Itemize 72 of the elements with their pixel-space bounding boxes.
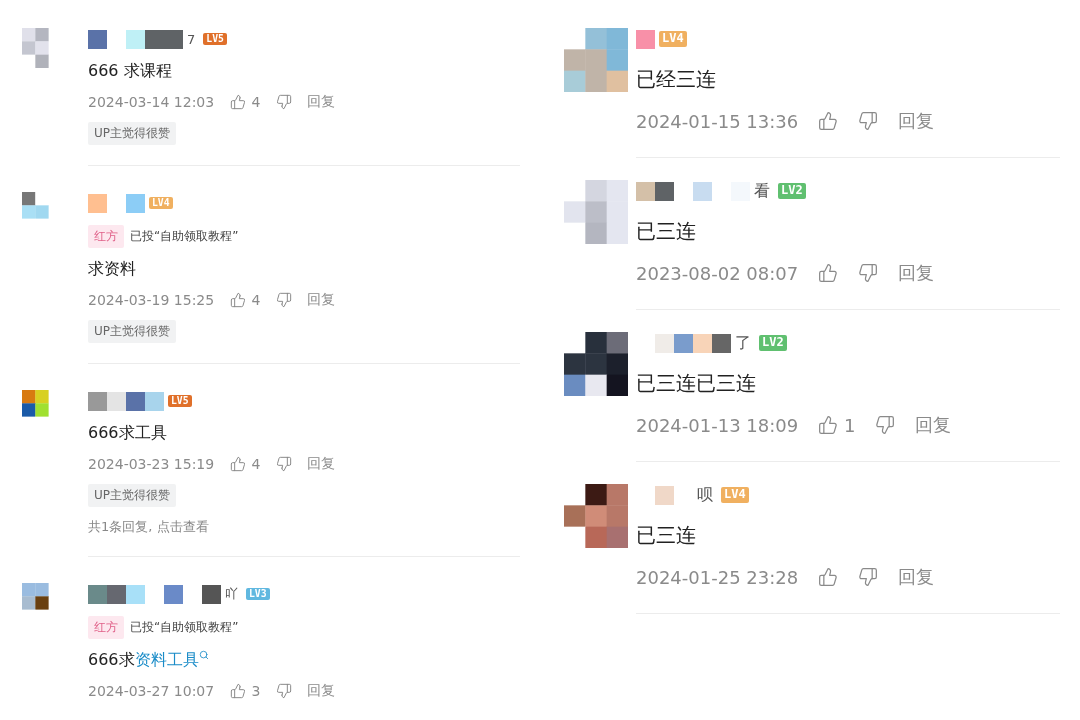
like-icon[interactable]: [818, 567, 838, 587]
search-icon: [198, 650, 209, 660]
comment-text: 666求工具: [88, 423, 167, 444]
blurred-username: [636, 29, 655, 49]
username-fragment: 看: [754, 180, 770, 202]
comment-date: 2024-03-23 15:19: [88, 456, 215, 472]
dislike-icon[interactable]: [857, 111, 878, 131]
like-count: 4: [251, 292, 261, 308]
comment-text: 666求资料工具: [88, 650, 199, 671]
like-icon[interactable]: [818, 415, 838, 435]
comment-text: 已经三连: [636, 66, 716, 93]
up-liked-tag: UP主觉得很赞: [88, 484, 177, 507]
blurred-username: [88, 193, 145, 213]
like-icon[interactable]: [229, 292, 246, 308]
comment-date: 2023-08-02 08:07: [636, 262, 799, 284]
like-count: 3: [251, 683, 261, 699]
level-badge: LV4: [149, 196, 173, 210]
like-icon[interactable]: [229, 683, 246, 699]
dislike-icon[interactable]: [275, 292, 292, 308]
up-liked-tag: UP主觉得很赞: [88, 122, 177, 145]
level-badge: LV2: [759, 335, 787, 351]
vote-side-tag: 红方: [88, 225, 124, 248]
level-badge: LV3: [246, 587, 270, 601]
comment-date: 2024-03-19 15:25: [88, 292, 215, 308]
username-fragment: 了: [735, 332, 751, 354]
level-badge: LV5: [168, 394, 192, 408]
reply-link[interactable]: 回复: [307, 455, 336, 473]
dislike-icon[interactable]: [875, 415, 896, 435]
reply-link[interactable]: 回复: [897, 565, 934, 589]
comment-date: 2024-03-27 10:07: [88, 683, 215, 699]
like-icon[interactable]: [229, 94, 246, 110]
dislike-icon[interactable]: [275, 683, 292, 699]
avatar[interactable]: [564, 484, 628, 548]
comment-date: 2024-01-25 23:28: [636, 566, 799, 588]
vote-text: 已投“自助领取教程”: [130, 228, 239, 245]
dislike-icon[interactable]: [857, 263, 878, 283]
username-fragment: 7: [187, 31, 196, 47]
vote-side-tag: 红方: [88, 616, 124, 639]
dislike-icon[interactable]: [857, 567, 878, 587]
comment-date: 2024-01-13 18:09: [636, 414, 799, 436]
level-badge: LV4: [659, 31, 687, 47]
reply-link[interactable]: 回复: [897, 109, 934, 133]
dislike-icon[interactable]: [275, 456, 292, 472]
level-badge: LV5: [203, 32, 227, 46]
comment-date: 2024-03-14 12:03: [88, 94, 215, 110]
comment-date: 2024-01-15 13:36: [636, 110, 799, 132]
comment-text: 已三连: [636, 218, 696, 245]
reply-link[interactable]: 回复: [307, 291, 336, 309]
vote-text: 已投“自助领取教程”: [130, 619, 239, 636]
like-count: 4: [251, 456, 261, 472]
username-fragment: 吖: [225, 585, 238, 603]
like-icon[interactable]: [229, 456, 246, 472]
avatar[interactable]: [564, 332, 628, 396]
like-count: 4: [251, 94, 261, 110]
reply-link[interactable]: 回复: [307, 682, 336, 700]
up-liked-tag: UP主觉得很赞: [88, 320, 177, 343]
comment-text: 求资料: [88, 259, 136, 280]
like-icon[interactable]: [818, 263, 838, 283]
reply-link[interactable]: 回复: [897, 261, 934, 285]
search-link[interactable]: 资料工具: [134, 650, 199, 669]
level-badge: LV2: [778, 183, 806, 199]
reply-link[interactable]: 回复: [307, 93, 336, 111]
comment-text: 666 求课程: [88, 61, 172, 82]
reply-link[interactable]: 回复: [915, 413, 952, 437]
like-icon[interactable]: [818, 111, 838, 131]
comment-text: 已三连: [636, 522, 696, 549]
username-fragment: 呗: [697, 484, 713, 506]
level-badge: LV4: [721, 487, 749, 503]
like-count: 1: [844, 414, 856, 436]
dislike-icon[interactable]: [275, 94, 292, 110]
view-replies-link[interactable]: 共1条回复, 点击查看: [88, 518, 520, 536]
comment-text: 已三连已三连: [636, 370, 756, 397]
